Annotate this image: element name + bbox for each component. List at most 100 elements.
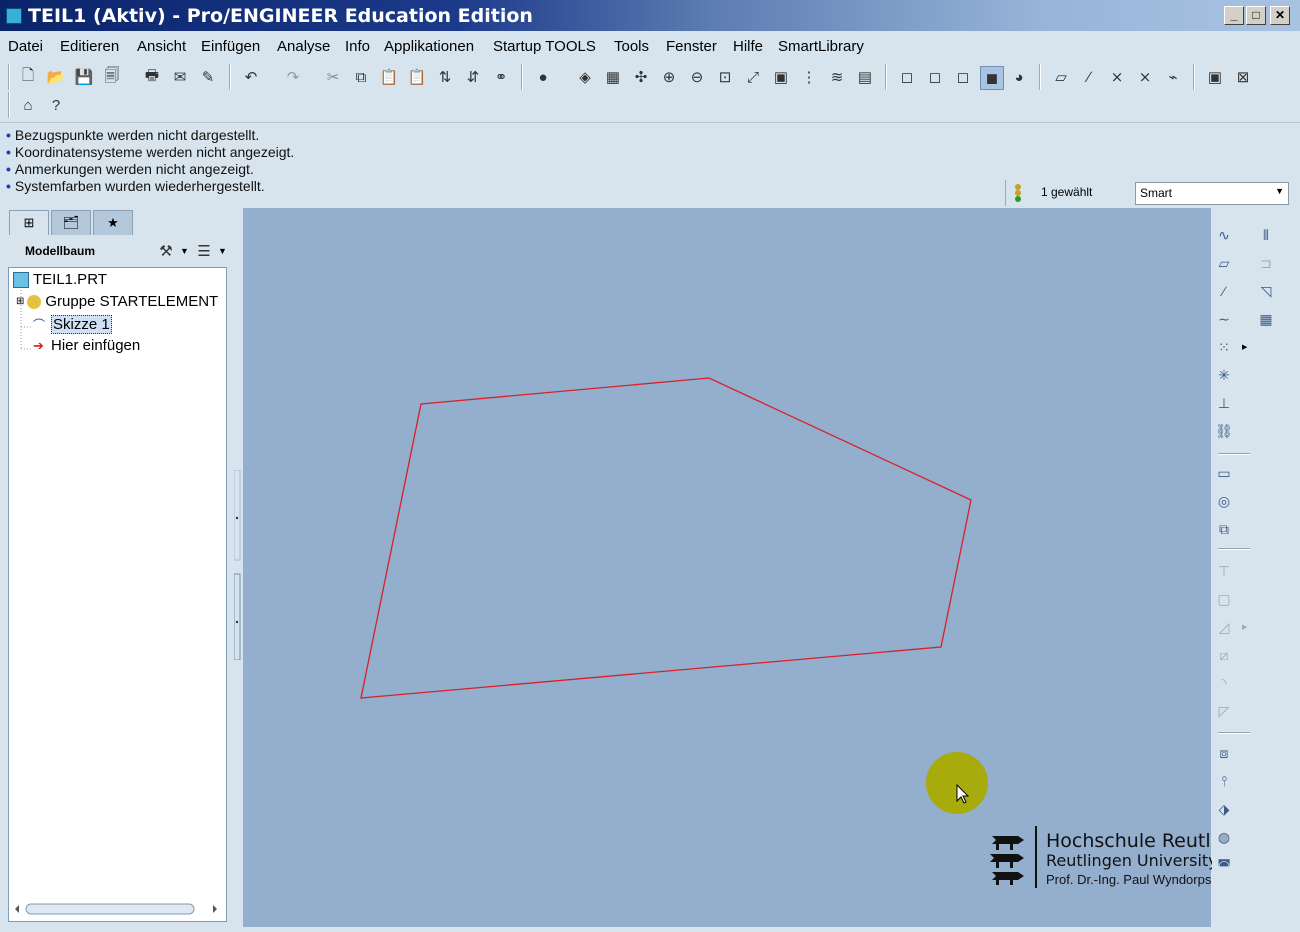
revolve-tool-icon[interactable]: ◎ xyxy=(1213,490,1235,512)
orient-icon[interactable]: ▦ xyxy=(602,66,624,88)
annotations-icon[interactable]: ⌁ xyxy=(1162,66,1184,88)
edit-icon[interactable]: ✎ xyxy=(197,66,219,88)
regen-manager-icon[interactable]: ⇵ xyxy=(462,66,484,88)
paste-special-icon[interactable]: 📋 xyxy=(406,66,428,88)
pattern-icon[interactable]: ▦ xyxy=(1255,308,1277,330)
shell-tool-icon[interactable]: ▢ xyxy=(1213,588,1235,610)
chamfer-tool-icon[interactable]: ◸ xyxy=(1213,700,1235,722)
menu-ansicht[interactable]: Ansicht xyxy=(137,38,186,55)
trim-icon[interactable]: ◹ xyxy=(1255,280,1277,302)
close-window-icon[interactable]: ⊠ xyxy=(1232,66,1254,88)
enhanced-realism-icon[interactable]: ◕ xyxy=(1008,66,1030,88)
zoom-in-icon[interactable]: ⊕ xyxy=(658,66,680,88)
undo-icon[interactable]: ↶ xyxy=(240,66,262,88)
paste-icon[interactable]: 📋 xyxy=(378,66,400,88)
save-icon[interactable]: 💾 xyxy=(73,66,95,88)
no-hidden-icon[interactable]: ◻ xyxy=(952,66,974,88)
activate-window-icon[interactable]: ▣ xyxy=(1204,66,1226,88)
sketch-tool-icon[interactable]: ∿ xyxy=(1213,224,1235,246)
rib-tool-icon[interactable]: ◿ xyxy=(1213,616,1235,638)
search-binoculars-icon[interactable]: ⚭ xyxy=(490,66,512,88)
menu-analyse[interactable]: Analyse xyxy=(277,38,330,55)
menu-info[interactable]: Info xyxy=(345,38,370,55)
selection-filter-select[interactable]: Smart ▼ xyxy=(1135,182,1289,205)
layers-icon[interactable]: ≋ xyxy=(826,66,848,88)
cut-icon[interactable]: ✂ xyxy=(322,66,344,88)
extrude-tool-icon[interactable]: ▭ xyxy=(1213,462,1235,484)
appearance-icon[interactable]: ▤ xyxy=(854,66,876,88)
tree-item-insert[interactable]: ➔ Hier einfügen xyxy=(33,337,140,354)
open-folder-icon[interactable]: 📂 xyxy=(45,66,67,88)
folder-icon: 🗂 xyxy=(62,215,80,230)
datum-plane-tool-icon[interactable]: ▱ xyxy=(1213,252,1235,274)
print-icon[interactable]: 🖶 xyxy=(141,66,163,88)
sketch-canvas[interactable] xyxy=(243,208,1211,927)
regenerate-icon[interactable]: ⇅ xyxy=(434,66,456,88)
message-line: • Bezugspunkte werden nicht dargestellt. xyxy=(6,127,260,143)
sweep-tool-icon[interactable]: ⧉ xyxy=(1213,518,1235,540)
point-tool-flyout-icon[interactable]: ▶ xyxy=(1242,343,1247,351)
menu-fenster[interactable]: Fenster xyxy=(666,38,717,55)
save-copy-icon[interactable]: 🗐 xyxy=(101,66,123,88)
hole-tool-icon[interactable]: ⊤ xyxy=(1213,560,1235,582)
menu-smartlibrary[interactable]: SmartLibrary xyxy=(778,38,864,55)
maximize-button[interactable]: □ xyxy=(1246,6,1266,25)
draft-tool-icon[interactable]: ⧄ xyxy=(1213,644,1235,666)
coordinate-systems-icon[interactable]: ⨯ xyxy=(1134,66,1156,88)
shading-icon[interactable]: ◼ xyxy=(980,66,1004,90)
datum-points-icon[interactable]: ⨯ xyxy=(1106,66,1128,88)
tab-model-tree[interactable]: ⊞ xyxy=(9,210,49,235)
chain-icon[interactable]: ⛓ xyxy=(1213,420,1235,442)
menu-applikationen[interactable]: Applikationen xyxy=(384,38,474,55)
mirror-icon[interactable]: ⫴ xyxy=(1255,224,1277,246)
copy-feature-icon[interactable]: ⧈ xyxy=(1213,742,1235,764)
datum-axis-tool-icon[interactable]: ⁄ xyxy=(1213,280,1235,302)
spin-center-icon[interactable]: ✣ xyxy=(630,66,652,88)
menu-hilfe[interactable]: Hilfe xyxy=(733,38,763,55)
round-tool-icon[interactable]: ◝ xyxy=(1213,672,1235,694)
datum-axes-icon[interactable]: ∕ xyxy=(1078,66,1100,88)
menu-datei[interactable]: Datei xyxy=(8,38,43,55)
view-manager-icon[interactable]: ◈ xyxy=(574,66,596,88)
minimize-button[interactable]: _ xyxy=(1224,6,1244,25)
home-icon[interactable]: ⌂ xyxy=(17,94,39,116)
zoom-out-icon[interactable]: ⊖ xyxy=(686,66,708,88)
rib-flyout-icon[interactable]: ▶ xyxy=(1242,623,1247,631)
graphics-window[interactable] xyxy=(243,208,1211,927)
tab-favorites[interactable]: ★ xyxy=(93,210,133,235)
menu-einfuegen[interactable]: Einfügen xyxy=(201,38,260,55)
menu-startup-tools[interactable]: Startup TOOLS xyxy=(493,38,596,55)
menu-editieren[interactable]: Editieren xyxy=(60,38,119,55)
copy-icon[interactable]: ⧉ xyxy=(350,66,372,88)
settings-dropdown-icon[interactable]: ▼ xyxy=(180,246,189,256)
datum-point-tool-icon[interactable]: ⁙ xyxy=(1213,336,1235,358)
coordinate-system-tool-icon[interactable]: ✳ xyxy=(1213,364,1235,386)
new-file-icon[interactable]: 🗋 xyxy=(17,66,39,88)
redo-icon[interactable]: ↷ xyxy=(282,66,304,88)
analysis-feature-icon[interactable]: ⊥ xyxy=(1213,392,1235,414)
thicken-icon[interactable]: ◍ xyxy=(1213,826,1235,848)
close-button[interactable]: ✕ xyxy=(1270,6,1290,25)
reorient-icon[interactable]: ⤢ xyxy=(742,66,764,88)
settings-tools-icon[interactable]: ⚒ xyxy=(155,240,177,262)
tab-folder-browser[interactable]: 🗂 xyxy=(51,210,91,235)
shading-sphere-icon[interactable]: ● xyxy=(532,66,554,88)
context-help-icon[interactable]: ? xyxy=(45,94,67,116)
saved-views-icon[interactable]: ▣ xyxy=(770,66,792,88)
tree-horizontal-scrollbar[interactable] xyxy=(10,901,222,917)
datum-curve-tool-icon[interactable]: ∼ xyxy=(1213,308,1235,330)
view-options-icon[interactable]: ⋮ xyxy=(798,66,820,88)
datum-planes-icon[interactable]: ▱ xyxy=(1050,66,1072,88)
menu-tools[interactable]: Tools xyxy=(614,38,649,55)
refit-icon[interactable]: ⊡ xyxy=(714,66,736,88)
send-mail-icon[interactable]: ✉ xyxy=(169,66,191,88)
panel-splitter[interactable] xyxy=(234,470,241,660)
columns-dropdown-icon[interactable]: ▼ xyxy=(218,246,227,256)
merge-icon[interactable]: ⊐ xyxy=(1255,252,1277,274)
pattern-feature-icon[interactable]: ⬗ xyxy=(1213,798,1235,820)
mirror-feature-icon[interactable]: ⫯ xyxy=(1213,770,1235,792)
solidify-icon[interactable]: ◚ xyxy=(1213,854,1235,876)
tree-columns-icon[interactable]: ☰ xyxy=(193,240,215,262)
hidden-line-icon[interactable]: ◻ xyxy=(924,66,946,88)
wireframe-icon[interactable]: ◻ xyxy=(896,66,918,88)
